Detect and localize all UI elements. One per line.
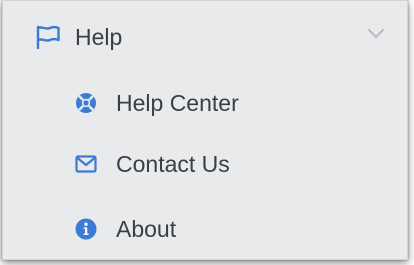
help-menu-title: Help xyxy=(75,24,123,50)
menu-item-label: About xyxy=(116,216,177,242)
help-menu-header[interactable]: Help xyxy=(3,1,407,69)
menu-item-label: Help Center xyxy=(116,90,239,116)
menu-item-about[interactable]: About xyxy=(3,199,407,257)
chevron-down-icon[interactable] xyxy=(367,27,385,39)
menu-item-contact-us[interactable]: Contact Us xyxy=(3,134,407,192)
flag-icon xyxy=(36,25,60,49)
menu-item-help-center[interactable]: Help Center xyxy=(3,73,407,131)
menu-item-label: Contact Us xyxy=(116,151,230,177)
lifebuoy-icon xyxy=(76,93,96,113)
info-circle-icon xyxy=(75,218,97,240)
envelope-icon xyxy=(75,155,97,173)
help-menu-panel: Help Help Center Contact Us About xyxy=(2,0,408,260)
